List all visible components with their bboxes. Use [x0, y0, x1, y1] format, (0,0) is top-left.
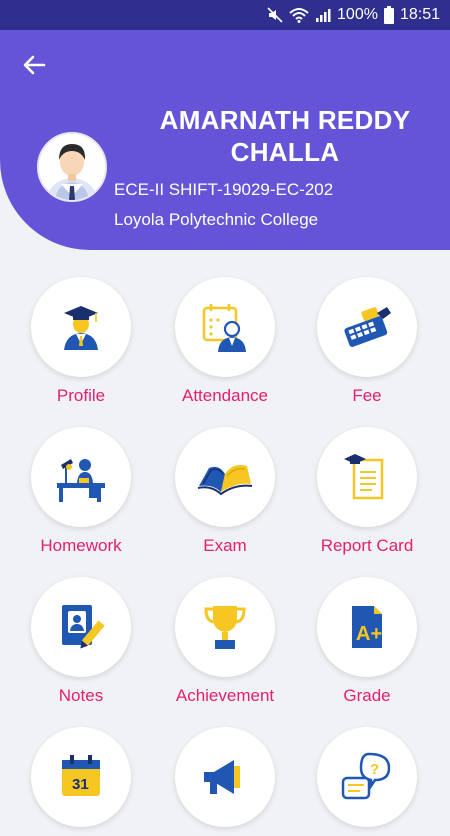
menu-item-notes[interactable]: Notes	[10, 577, 152, 706]
svg-text:?: ?	[370, 761, 379, 778]
menu-label: Exam	[203, 536, 247, 555]
clock: 18:51	[399, 6, 440, 23]
battery-icon	[383, 6, 394, 24]
menu-label: Homework	[40, 536, 122, 555]
status-bar: 100% 18:51	[0, 0, 450, 30]
calendar-day: 31	[72, 776, 89, 793]
wifi-icon	[289, 7, 309, 23]
menu-item-homework[interactable]: Homework	[10, 427, 152, 556]
menu-label: Grade	[343, 686, 391, 705]
signal-icon	[315, 7, 331, 23]
student-name-line2: CHALLA	[230, 137, 340, 167]
menu-item-announcement[interactable]	[154, 727, 296, 836]
attendance-icon	[202, 304, 246, 352]
menu-label: Achievement	[175, 686, 275, 705]
calculator-icon	[344, 307, 391, 347]
report-card-icon	[344, 454, 384, 500]
menu-item-fee[interactable]: Fee	[296, 277, 438, 406]
student-name: AMARNATH REDDY CHALLA	[150, 104, 420, 168]
menu-item-profile[interactable]: Profile	[10, 277, 152, 406]
notes-icon	[62, 605, 105, 649]
megaphone-icon	[204, 760, 240, 794]
desk-icon	[57, 459, 105, 502]
open-book-icon	[197, 465, 253, 496]
menu-item-achievement[interactable]: Achievement	[154, 577, 296, 706]
avatar	[37, 132, 107, 202]
menu-item-attendance[interactable]: Attendance	[154, 277, 296, 406]
trophy-icon	[204, 606, 246, 649]
menu-label: Report Card	[320, 536, 414, 555]
student-name-line1: AMARNATH REDDY	[159, 105, 411, 135]
graduate-icon	[64, 306, 98, 350]
menu-item-calendar[interactable]: 31	[10, 727, 152, 836]
back-button[interactable]	[18, 50, 52, 80]
menu-label: Notes	[58, 686, 104, 705]
menu-item-queries[interactable]: ?	[296, 727, 438, 836]
menu-item-report-card[interactable]: Report Card	[296, 427, 438, 556]
menu-item-exam[interactable]: Exam	[154, 427, 296, 556]
menu-label: Fee	[352, 386, 382, 405]
mute-icon	[267, 7, 283, 23]
battery-percent: 100%	[337, 6, 378, 23]
student-avatar-icon	[39, 134, 105, 200]
profile-header: AMARNATH REDDY CHALLA ECE-II SHIFT-19029…	[0, 30, 450, 250]
menu-label: Profile	[56, 386, 106, 405]
grade-letter: A+	[356, 623, 382, 645]
menu-item-grade[interactable]: A+ Grade	[296, 577, 438, 706]
calendar-icon: 31	[62, 755, 100, 796]
chat-question-icon: ?	[341, 752, 391, 800]
grade-icon: A+	[352, 606, 382, 648]
back-arrow-icon	[23, 55, 46, 75]
class-info: ECE-II SHIFT-19029-EC-202	[114, 180, 334, 199]
menu-label: Attendance	[181, 386, 268, 405]
college-name: Loyola Polytechnic College	[114, 210, 319, 229]
